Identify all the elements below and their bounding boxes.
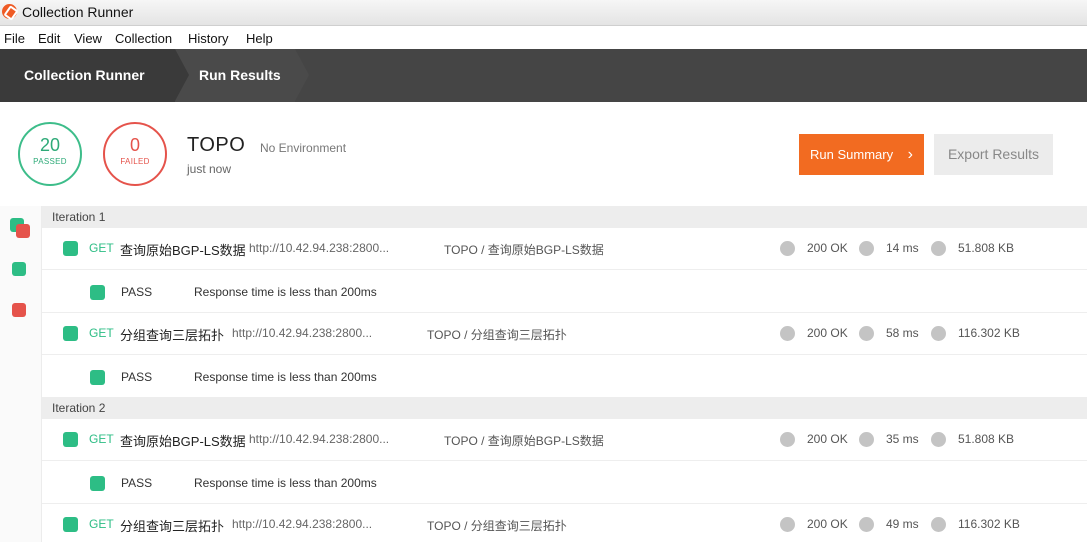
status-dot-icon [780,241,795,256]
menu-file[interactable]: File [4,31,25,46]
menu-view[interactable]: View [74,31,102,46]
collection-name: TOPO [187,134,246,156]
iteration-label: Iteration 1 [52,210,106,224]
request-method: GET [89,432,114,446]
request-url: http://10.42.94.238:2800... [249,432,390,446]
request-name: 分组查询三层拓扑 [120,328,225,343]
request-url: http://10.42.94.238:2800... [232,517,373,531]
menu-bar: File Edit View Collection History Help [0,27,1087,49]
response-size: 116.302 KB [958,326,1020,340]
test-pass-icon [90,476,105,491]
size-dot-icon [931,517,946,532]
request-path: TOPO / 查询原始BGP-LS数据 [444,434,604,448]
request-method: GET [89,517,114,531]
request-row[interactable]: GET 查询原始BGP-LS数据 http://10.42.94.238:280… [42,228,1087,270]
response-time: 35 ms [886,432,919,446]
request-name: 查询原始BGP-LS数据 [120,434,246,449]
request-status-icon [63,517,78,532]
test-result: PASS [121,370,153,384]
response-status: 200 OK [807,326,848,340]
iteration-label: Iteration 2 [52,401,106,415]
request-name: 查询原始BGP-LS数据 [120,243,246,258]
menu-history[interactable]: History [188,31,228,46]
request-url: http://10.42.94.238:2800... [232,326,373,340]
test-result: PASS [121,285,153,299]
header-bar: Collection Runner Run Results [0,49,1087,102]
menu-help[interactable]: Help [246,31,273,46]
request-row[interactable]: GET 分组查询三层拓扑 http://10.42.94.238:2800...… [42,504,1087,542]
test-description: Response time is less than 200ms [194,285,377,299]
response-size: 116.302 KB [958,517,1020,531]
status-dot-icon [780,432,795,447]
response-size: 51.808 KB [958,241,1015,255]
size-dot-icon [931,326,946,341]
request-row[interactable]: GET 分组查询三层拓扑 http://10.42.94.238:2800...… [42,313,1087,355]
request-name: 分组查询三层拓扑 [120,519,225,534]
chevron-right-icon: › [907,146,913,163]
run-summary-button[interactable]: Run Summary › [799,134,924,175]
test-row: PASS Response time is less than 200ms [42,270,1087,313]
test-row: PASS Response time is less than 200ms [42,461,1087,504]
size-dot-icon [931,241,946,256]
failed-counter: 0 FAILED [103,122,167,186]
size-dot-icon [931,432,946,447]
request-status-icon [63,326,78,341]
response-status: 200 OK [807,432,848,446]
time-dot-icon [859,432,874,447]
test-pass-icon [90,370,105,385]
menu-collection[interactable]: Collection [115,31,172,46]
time-dot-icon [859,241,874,256]
passed-label: PASSED [33,157,67,166]
response-time: 14 ms [886,241,919,255]
response-status: 200 OK [807,241,848,255]
test-description: Response time is less than 200ms [194,476,377,490]
response-size: 51.808 KB [958,432,1015,446]
iteration-header: Iteration 2 [42,397,1087,419]
postman-logo-icon [2,4,17,19]
results-list: Iteration 1 GET 查询原始BGP-LS数据 http://10.4… [42,206,1087,542]
environment-name: No Environment [260,141,347,155]
request-status-icon [63,432,78,447]
breadcrumb-run-results[interactable]: Run Results [199,67,281,83]
failed-label: FAILED [120,157,150,166]
rail-passed-filter[interactable] [12,262,26,276]
breadcrumb-collection-runner[interactable]: Collection Runner [24,67,145,83]
iteration-header: Iteration 1 [42,206,1087,228]
request-status-icon [63,241,78,256]
request-method: GET [89,241,114,255]
time-dot-icon [859,326,874,341]
export-results-button[interactable]: Export Results [934,134,1053,175]
test-result: PASS [121,476,153,490]
rail-failed-filter[interactable] [12,303,26,317]
run-summary-panel: 20 PASSED 0 FAILED TOPO No Environment j… [0,102,1087,206]
passed-counter: 20 PASSED [18,122,82,186]
request-row[interactable]: GET 查询原始BGP-LS数据 http://10.42.94.238:280… [42,419,1087,461]
rail-all-icon-fail[interactable] [16,224,30,238]
request-path: TOPO / 分组查询三层拓扑 [427,328,567,342]
response-time: 49 ms [886,517,919,531]
time-dot-icon [859,517,874,532]
failed-count: 0 [129,135,140,155]
response-time: 58 ms [886,326,919,340]
request-url: http://10.42.94.238:2800... [249,241,390,255]
status-dot-icon [780,326,795,341]
menu-edit[interactable]: Edit [38,31,60,46]
test-row: PASS Response time is less than 200ms [42,355,1087,398]
run-time: just now [187,162,232,176]
iteration-rail [0,206,42,542]
request-path: TOPO / 分组查询三层拓扑 [427,519,567,533]
window-title-bar: Collection Runner [0,0,1087,26]
response-status: 200 OK [807,517,848,531]
passed-count: 20 [39,135,61,155]
run-summary-label: Run Summary [810,147,894,162]
request-method: GET [89,326,114,340]
status-dot-icon [780,517,795,532]
request-path: TOPO / 查询原始BGP-LS数据 [444,243,604,257]
window-title: Collection Runner [22,4,134,20]
test-pass-icon [90,285,105,300]
test-description: Response time is less than 200ms [194,370,377,384]
